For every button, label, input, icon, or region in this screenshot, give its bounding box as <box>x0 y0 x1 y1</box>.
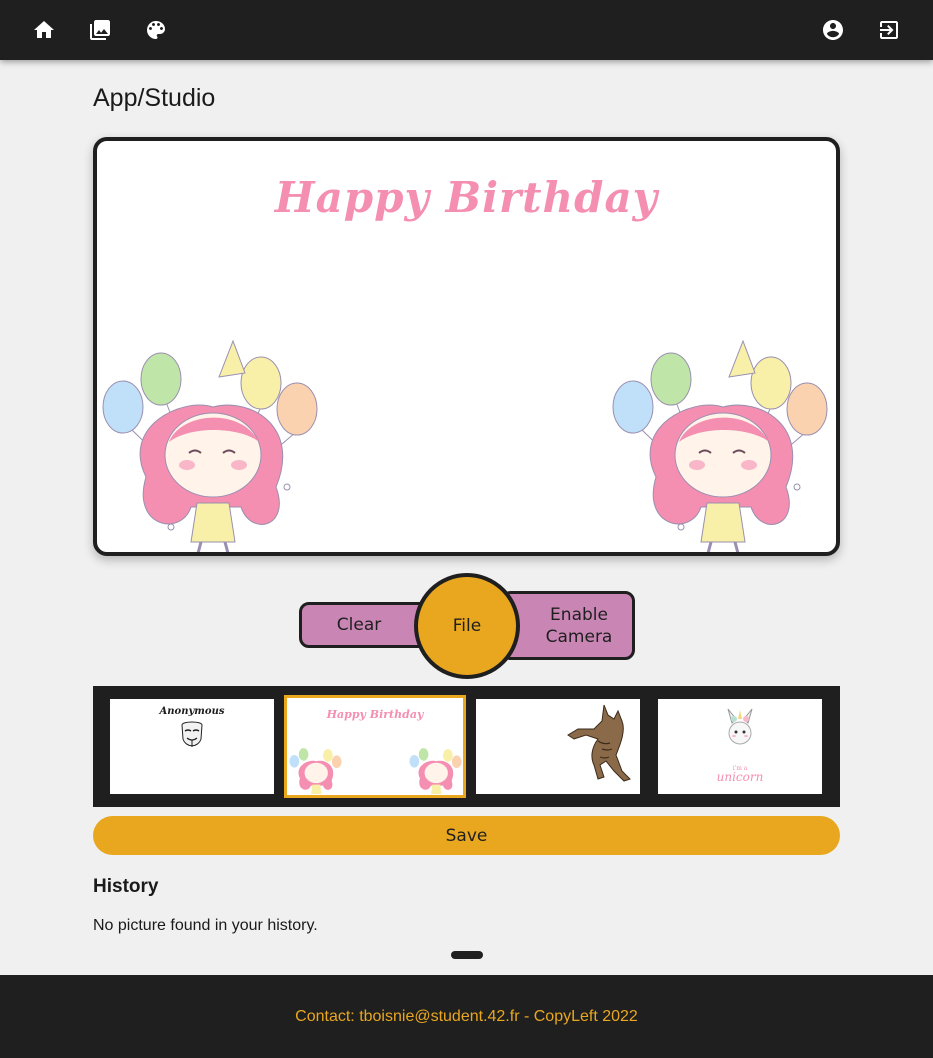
filter-thumb-happy-birthday[interactable]: Happy Birthday <box>284 695 466 798</box>
logout-icon <box>880 21 898 39</box>
history-empty-message: No picture found in your history. <box>93 917 318 934</box>
home-button[interactable] <box>26 12 62 48</box>
gallery-icon <box>90 20 110 40</box>
page-title: App/Studio <box>93 84 216 112</box>
account-circle-icon <box>823 20 843 40</box>
capture-controls: Clear Enable Camera File <box>299 573 635 679</box>
palette-icon <box>147 21 165 39</box>
enable-camera-button[interactable]: Enable Camera <box>501 591 635 660</box>
mini-balloon-girl-icon <box>289 748 342 795</box>
filter-thumb-anonymous[interactable]: Anonymous <box>110 699 274 794</box>
filter-unicorn-label: unicorn <box>716 770 764 784</box>
preview-overlay-title: Happy Birthday <box>274 173 659 222</box>
studio-button[interactable] <box>138 12 174 48</box>
jumping-cat-icon <box>567 704 631 782</box>
filter-thumb-cat[interactable] <box>476 699 640 794</box>
footer-contact-text: Contact: tboisnie@student.42.fr - CopyLe… <box>295 1007 638 1025</box>
unicorn-bunny-icon <box>727 708 753 745</box>
save-button[interactable]: Save <box>93 816 840 855</box>
home-icon <box>34 21 54 38</box>
preview-canvas[interactable]: Happy Birthday <box>93 137 840 556</box>
history-pagination-indicator[interactable] <box>451 951 483 959</box>
filter-carousel: Anonymous Happy Birthday i'm a unicorn <box>93 686 840 807</box>
history-heading: History <box>93 876 159 897</box>
footer: Contact: tboisnie@student.42.fr - CopyLe… <box>0 975 933 1058</box>
balloon-girl-illustration-left <box>102 339 318 552</box>
file-upload-button[interactable]: File <box>414 573 520 679</box>
mini-balloon-girl-icon <box>409 748 462 795</box>
balloon-girl-illustration-right <box>612 339 828 552</box>
account-button[interactable] <box>815 12 851 48</box>
filter-happy-birthday-label: Happy Birthday <box>326 708 424 721</box>
top-app-bar <box>0 0 933 60</box>
gallery-button[interactable] <box>82 12 118 48</box>
filter-thumb-unicorn[interactable]: i'm a unicorn <box>658 699 822 794</box>
filter-anonymous-label: Anonymous <box>159 706 225 717</box>
logout-button[interactable] <box>871 12 907 48</box>
anonymous-mask-icon <box>181 721 203 747</box>
clear-button[interactable]: Clear <box>299 602 429 648</box>
